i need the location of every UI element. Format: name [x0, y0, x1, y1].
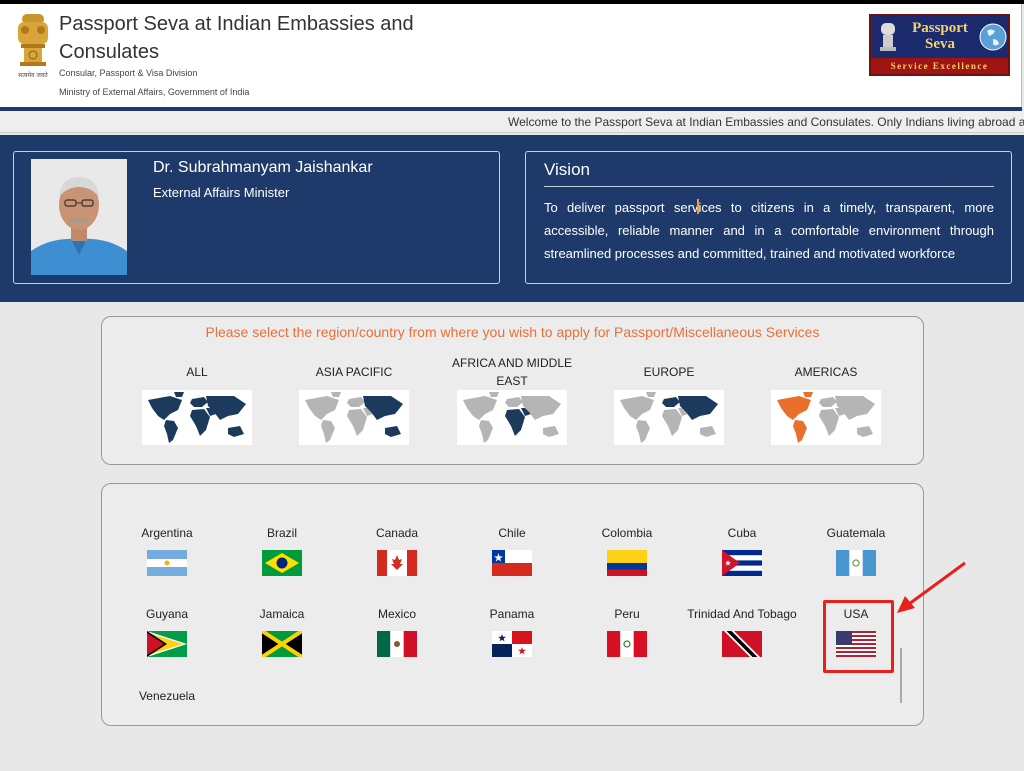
country-trinidad-and-tobago[interactable]: Trinidad And Tobago	[687, 606, 797, 657]
country-mexico[interactable]: Mexico	[342, 606, 452, 657]
country-jamaica[interactable]: Jamaica	[227, 606, 337, 657]
colombia-flag-icon	[607, 550, 647, 576]
country-guyana[interactable]: Guyana	[112, 606, 222, 657]
country-peru[interactable]: Peru	[572, 606, 682, 657]
country-argentina[interactable]: Argentina	[112, 525, 222, 576]
region-label: EUROPE	[643, 365, 695, 379]
canada-flag-icon	[377, 550, 417, 576]
ticker-text: Welcome to the Passport Seva at Indian E…	[508, 115, 1024, 129]
country-label: Jamaica	[259, 607, 305, 621]
country-label: Chile	[498, 526, 526, 540]
brazil-flag-icon	[262, 550, 302, 576]
passport-seva-logo[interactable]: Passport Seva Service Excellence	[869, 14, 1010, 76]
trinidad-and-tobago-flag-icon	[722, 631, 762, 657]
world-map-africa-middle-east-icon	[457, 390, 567, 445]
country-selector-panel	[101, 483, 924, 726]
ministry-subtitle: Ministry of External Affairs, Government…	[59, 87, 250, 97]
cuba-flag-icon	[722, 550, 762, 576]
annotation-arrow-icon	[897, 561, 966, 613]
vision-text-part-1: To deliver passport serv	[544, 200, 699, 215]
country-label: Trinidad And Tobago	[687, 607, 797, 621]
world-map-asia-pacific-icon	[299, 390, 409, 445]
logo-line-2: Seva	[925, 36, 955, 52]
region-all[interactable]: ALL	[132, 354, 262, 445]
minister-title: External Affairs Minister	[153, 185, 290, 200]
vision-text: To deliver passport services to citizens…	[544, 196, 994, 265]
region-label: ASIA PACIFIC	[315, 365, 393, 379]
guyana-flag-icon	[147, 631, 187, 657]
national-emblem-icon: सत्यमेव जयते	[18, 14, 48, 79]
country-label: Panama	[489, 607, 535, 621]
region-americas[interactable]: AMERICAS	[761, 354, 891, 445]
country-label: Cuba	[727, 526, 757, 540]
chile-flag-icon	[492, 550, 532, 576]
country-canada[interactable]: Canada	[342, 525, 452, 576]
page-title: Passport Seva at Indian Embassies and Co…	[59, 13, 414, 63]
region-europe[interactable]: EUROPE	[604, 354, 734, 445]
region-prompt: Please select the region/country from wh…	[205, 324, 820, 340]
region-label: ALL	[186, 365, 208, 379]
country-colombia[interactable]: Colombia	[572, 525, 682, 576]
country-label: Guatemala	[826, 526, 886, 540]
country-label: Mexico	[377, 607, 416, 621]
region-asia-pacific[interactable]: ASIA PACIFIC	[289, 354, 419, 445]
country-venezuela[interactable]: Venezuela	[112, 688, 222, 704]
svg-text:सत्यमेव जयते: सत्यमेव जयते	[18, 71, 48, 79]
country-label: Guyana	[145, 607, 189, 621]
peru-flag-icon	[607, 631, 647, 657]
country-label: Argentina	[141, 526, 193, 540]
country-label: Colombia	[601, 526, 653, 540]
vision-title: Vision	[544, 160, 590, 179]
country-label: Peru	[614, 607, 640, 621]
country-label: Canada	[375, 526, 419, 540]
usa-highlight-annotation	[823, 600, 894, 673]
world-map-europe-icon	[614, 390, 724, 445]
panama-flag-icon	[492, 631, 532, 657]
country-brazil[interactable]: Brazil	[227, 525, 337, 576]
jamaica-flag-icon	[262, 631, 302, 657]
region-label: AMERICAS	[794, 365, 858, 379]
guatemala-flag-icon	[836, 550, 876, 576]
globe-icon	[979, 23, 1007, 51]
country-label: Venezuela	[138, 689, 196, 703]
vision-divider	[544, 186, 994, 187]
site-header: सत्यमेव जयते Passport Seva at Indian Emb…	[0, 4, 1022, 107]
argentina-flag-icon	[147, 550, 187, 576]
emblem-small-icon	[880, 23, 896, 51]
minister-photo	[31, 159, 127, 275]
region-label: AFRICA AND MIDDLE EAST	[451, 356, 573, 388]
country-cuba[interactable]: Cuba	[687, 525, 797, 576]
country-chile[interactable]: Chile	[457, 525, 567, 576]
country-label: Brazil	[266, 526, 297, 540]
logo-line-1: Passport	[912, 20, 968, 36]
world-map-all-icon	[142, 390, 252, 445]
news-ticker: Welcome to the Passport Seva at Indian E…	[0, 111, 1024, 133]
mexico-flag-icon	[377, 631, 417, 657]
world-map-americas-icon	[771, 390, 881, 445]
logo-tagline: Service Excellence	[871, 58, 1008, 74]
country-panama[interactable]: Panama	[457, 606, 567, 657]
minister-name: Dr. Subrahmanyam Jaishankar	[153, 159, 373, 176]
division-subtitle: Consular, Passport & Visa Division	[59, 68, 198, 78]
region-africa-middle-east[interactable]: AFRICA AND MIDDLE EAST	[447, 354, 577, 445]
